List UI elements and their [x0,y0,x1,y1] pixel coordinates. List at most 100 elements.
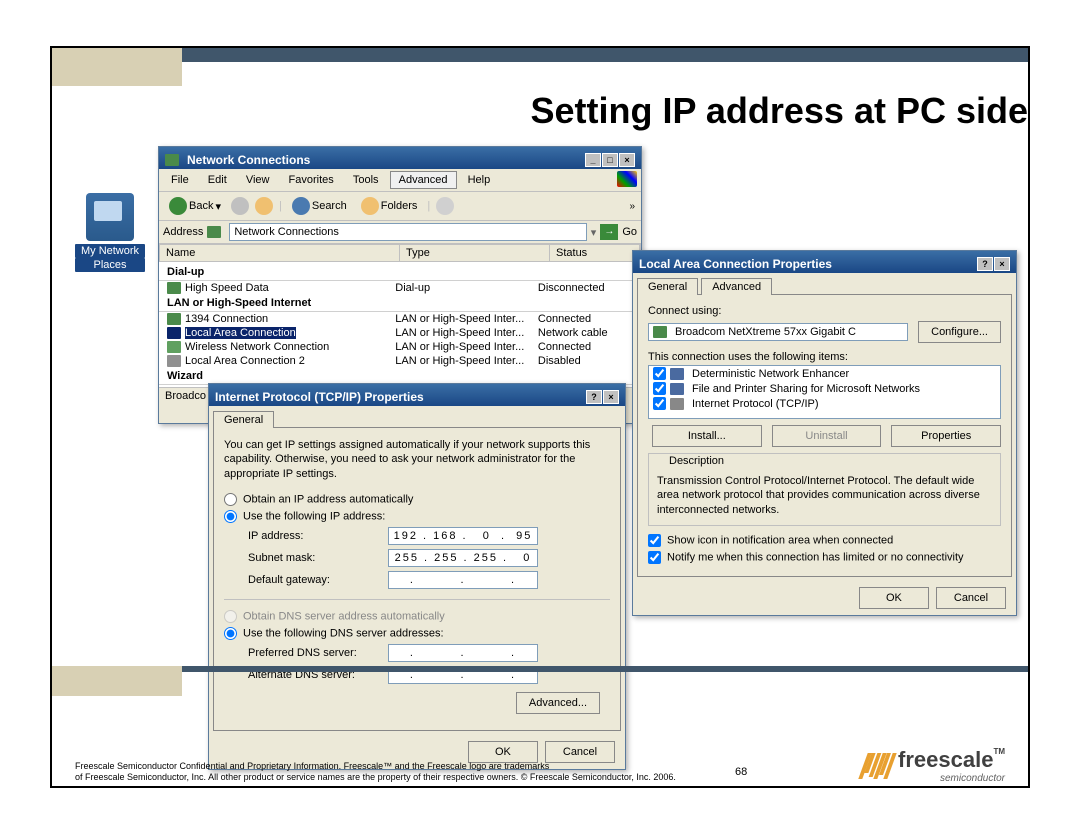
window-title: Network Connections [187,153,310,167]
bottom-band [52,666,1028,696]
menu-edit[interactable]: Edit [200,172,235,188]
tcpip-properties-dialog: Internet Protocol (TCP/IP) Properties ? … [208,383,626,770]
menu-file[interactable]: File [163,172,197,188]
radio-use-dns[interactable] [224,627,237,640]
menubar: File Edit View Favorites Tools Advanced … [159,169,641,192]
ip-address-input[interactable] [388,527,538,545]
titlebar: Local Area Connection Properties ? × [633,251,1016,273]
gateway-input[interactable] [388,571,538,589]
go-label: Go [622,226,637,238]
group-lan: LAN or High-Speed Internet [159,295,641,312]
menu-advanced[interactable]: Advanced [390,171,457,189]
col-type[interactable]: Type [400,245,550,261]
legal-text: of Freescale Semiconductor, Inc. All oth… [75,772,676,784]
cancel-button[interactable]: Cancel [936,587,1006,609]
ok-button[interactable]: OK [859,587,929,609]
col-status[interactable]: Status [550,245,640,261]
uninstall-button: Uninstall [772,425,882,447]
help-text: You can get IP settings assigned automat… [224,438,610,481]
install-button[interactable]: Install... [652,425,762,447]
slide-title: Setting IP address at PC side [531,90,1029,132]
logo-icon [863,753,892,779]
connect-using-label: Connect using: [648,305,1001,317]
up-icon[interactable] [255,197,273,215]
network-places-icon [86,193,134,241]
pref-dns-label: Preferred DNS server: [248,647,388,659]
titlebar: Network Connections _ □ × [159,147,641,169]
subnet-mask-input[interactable] [388,549,538,567]
titlebar: Internet Protocol (TCP/IP) Properties ? … [209,384,625,406]
address-label: Address [163,226,203,238]
tab-advanced[interactable]: Advanced [701,278,772,295]
ip-address-label: IP address: [248,530,388,542]
freescale-logo: freescaleTM semiconductor [863,747,1005,784]
configure-button[interactable]: Configure... [918,321,1001,343]
row-local-area-connection[interactable]: Local Area Connection LAN or High-Speed … [159,326,641,340]
radio-obtain-ip-auto[interactable] [224,493,237,506]
adapter-field: Broadcom NetXtreme 57xx Gigabit C [648,323,908,341]
address-input[interactable] [229,223,586,241]
gateway-label: Default gateway: [248,574,388,586]
maximize-button[interactable]: □ [602,153,618,167]
tab-general[interactable]: General [637,278,698,295]
row-1394[interactable]: 1394 Connection LAN or High-Speed Inter.… [159,312,641,326]
menu-favorites[interactable]: Favorites [281,172,342,188]
items-list[interactable]: Deterministic Network Enhancer File and … [648,365,1001,419]
item-checkbox[interactable] [653,367,666,380]
chevron-icon[interactable]: » [629,201,635,212]
row-high-speed-data[interactable]: High Speed Data Dial-up Disconnected [159,281,641,295]
protocol-icon [670,398,684,410]
properties-button[interactable]: Properties [891,425,1001,447]
component-icon [670,383,684,395]
close-button[interactable]: × [619,153,635,167]
back-button[interactable]: Back ▾ [165,195,225,217]
legal-text: Freescale Semiconductor Confidential and… [75,761,676,773]
folders-icon [361,197,379,215]
lac-properties-dialog: Local Area Connection Properties ? × Gen… [632,250,1017,616]
toolbar: Back ▾ | Search Folders | » [159,192,641,221]
search-icon [292,197,310,215]
forward-button[interactable] [231,197,249,215]
footer: Freescale Semiconductor Confidential and… [75,747,1005,784]
window-title: Internet Protocol (TCP/IP) Properties [215,390,424,404]
views-icon[interactable] [436,197,454,215]
item-checkbox[interactable] [653,382,666,395]
top-band [52,48,1028,86]
address-icon [207,226,221,238]
menu-help[interactable]: Help [460,172,499,188]
row-wireless[interactable]: Wireless Network Connection LAN or High-… [159,340,641,354]
icon-label: My Network [75,244,145,258]
list-header: Name Type Status [159,244,641,262]
menu-tools[interactable]: Tools [345,172,387,188]
radio-use-ip[interactable] [224,510,237,523]
help-button[interactable]: ? [977,257,993,271]
items-label: This connection uses the following items… [648,351,1001,363]
component-icon [670,368,684,380]
row-lac2[interactable]: Local Area Connection 2 LAN or High-Spee… [159,354,641,368]
close-button[interactable]: × [994,257,1010,271]
close-button[interactable]: × [603,390,619,404]
show-icon-checkbox[interactable] [648,534,661,547]
menu-view[interactable]: View [238,172,278,188]
desktop-icon-my-network-places[interactable]: My Network Places [75,193,145,263]
nic-icon [653,326,667,338]
folders-button[interactable]: Folders [357,195,422,217]
col-name[interactable]: Name [160,245,400,261]
window-icon [165,154,179,166]
addressbar: Address ▾ → Go [159,221,641,244]
help-button[interactable]: ? [586,390,602,404]
group-dialup: Dial-up [159,264,641,281]
go-button[interactable]: → [600,224,618,240]
minimize-button[interactable]: _ [585,153,601,167]
icon-label: Places [75,258,145,272]
tab-general[interactable]: General [213,411,274,428]
search-button[interactable]: Search [288,195,351,217]
back-icon [169,197,187,215]
notify-checkbox[interactable] [648,551,661,564]
pref-dns-input[interactable] [388,644,538,662]
subnet-mask-label: Subnet mask: [248,552,388,564]
window-title: Local Area Connection Properties [639,257,832,271]
radio-obtain-dns-auto [224,610,237,623]
item-checkbox[interactable] [653,397,666,410]
windows-flag-icon [617,171,637,187]
